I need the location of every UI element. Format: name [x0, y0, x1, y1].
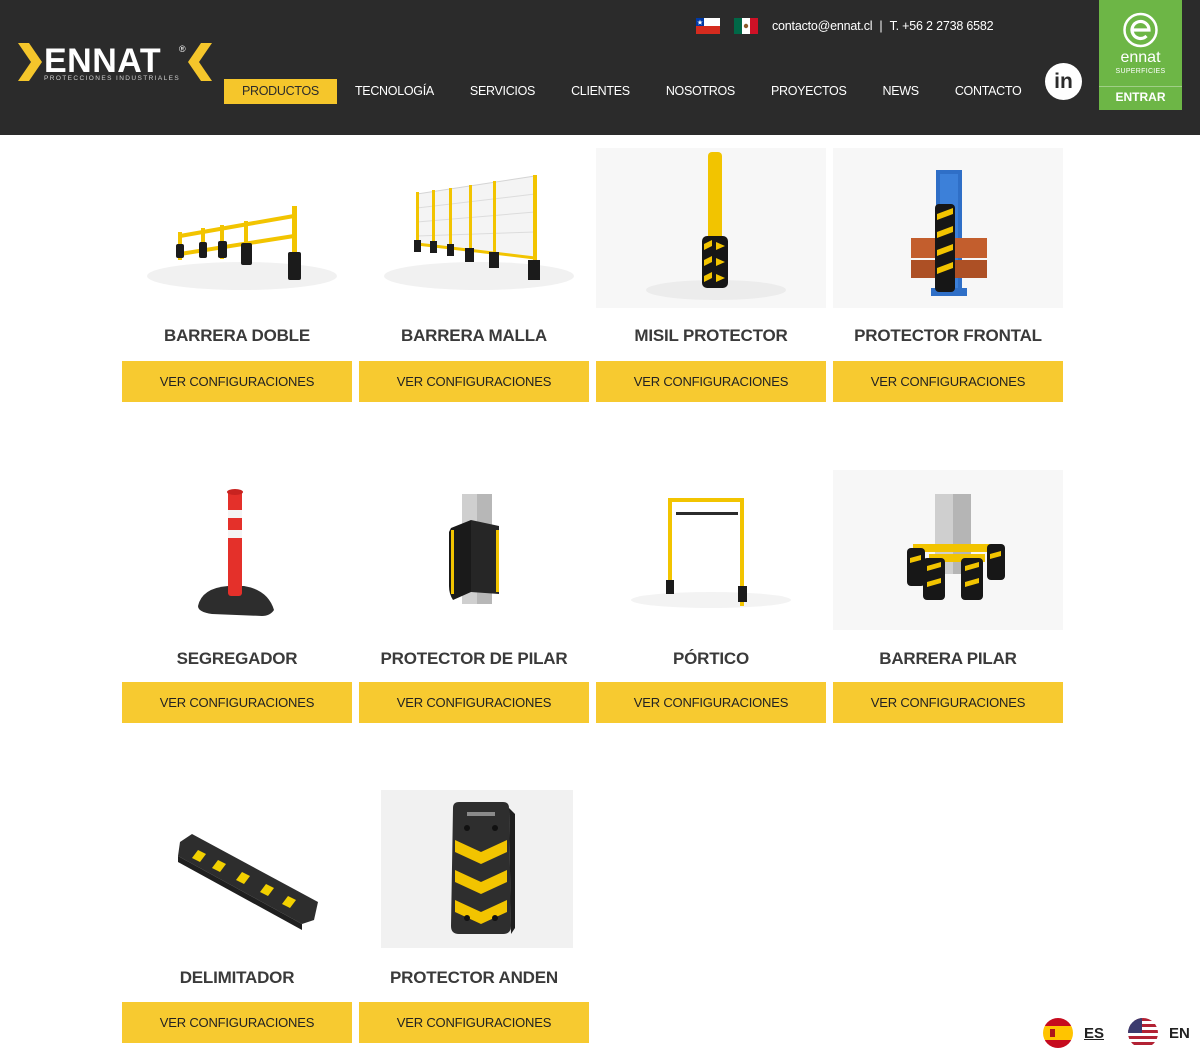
product-title: PROTECTOR FRONTAL [854, 326, 1042, 345]
ver-configuraciones-button[interactable]: VER CONFIGURACIONES [122, 682, 352, 723]
product-image-segregador[interactable] [122, 470, 352, 630]
main-nav: PRODUCTOS TECNOLOGÍA SERVICIOS CLIENTES … [224, 79, 1022, 104]
brand-logo[interactable]: ENNAT ® PROTECCIONES INDUSTRIALES [18, 40, 212, 90]
language-en[interactable]: EN [1128, 1017, 1190, 1049]
product-title: BARRERA PILAR [879, 649, 1017, 668]
ver-configuraciones-button[interactable]: VER CONFIGURACIONES [122, 1002, 352, 1043]
product-title: PROTECTOR DE PILAR [380, 649, 568, 668]
contact-bar: contacto@ennat.cl | T. +56 2 2738 6582 [696, 16, 994, 36]
ver-configuraciones-button[interactable]: VER CONFIGURACIONES [359, 361, 589, 402]
product-image-portico[interactable] [596, 470, 826, 630]
product-image-protector-frontal[interactable] [833, 148, 1063, 308]
brand-tagline: PROTECCIONES INDUSTRIALES [44, 75, 181, 82]
registered-mark: ® [179, 44, 186, 54]
partner-subtitle: SUPERFICIES [1115, 68, 1166, 75]
product-image-protector-de-pilar[interactable] [359, 470, 589, 630]
mexico-flag-icon[interactable] [734, 18, 758, 34]
product-title: MISIL PROTECTOR [634, 326, 788, 345]
spain-flag-icon [1043, 1018, 1073, 1048]
product-image-barrera-doble[interactable] [122, 148, 352, 308]
partner-enter-button[interactable]: ENTRAR [1099, 86, 1182, 110]
product-title: BARRERA MALLA [401, 326, 547, 345]
product-title: PÓRTICO [672, 649, 750, 668]
language-es[interactable]: ES [1043, 1017, 1104, 1049]
logo-chevron-left-icon [18, 43, 42, 81]
contact-phone[interactable]: T. +56 2 2738 6582 [890, 19, 994, 33]
language-code: EN [1169, 1024, 1190, 1042]
nav-tecnologia[interactable]: TECNOLOGÍA [355, 79, 434, 104]
nav-proyectos[interactable]: PROYECTOS [771, 79, 847, 104]
contact-separator: | [879, 19, 883, 33]
ver-configuraciones-button[interactable]: VER CONFIGURACIONES [359, 1002, 589, 1043]
product-image-barrera-malla[interactable] [359, 148, 589, 308]
ver-configuraciones-button[interactable]: VER CONFIGURACIONES [596, 682, 826, 723]
logo-chevron-right-icon [188, 43, 212, 81]
linkedin-icon[interactable]: in [1045, 63, 1082, 100]
nav-nosotros[interactable]: NOSOTROS [666, 79, 735, 104]
ver-configuraciones-button[interactable]: VER CONFIGURACIONES [122, 361, 352, 402]
nav-servicios[interactable]: SERVICIOS [470, 79, 535, 104]
usa-flag-icon [1128, 1018, 1158, 1048]
ver-configuraciones-button[interactable]: VER CONFIGURACIONES [833, 682, 1063, 723]
product-image-delimitador[interactable] [122, 790, 352, 950]
ennat-e-logo-icon [1123, 12, 1158, 48]
nav-contacto[interactable]: CONTACTO [955, 79, 1022, 104]
ver-configuraciones-button[interactable]: VER CONFIGURACIONES [359, 682, 589, 723]
product-title: BARRERA DOBLE [164, 326, 310, 345]
product-image-misil-protector[interactable] [596, 148, 826, 308]
product-title: SEGREGADOR [176, 649, 298, 668]
nav-productos[interactable]: PRODUCTOS [224, 79, 337, 104]
partner-name: ennat [1120, 49, 1161, 66]
site-header: ENNAT ® PROTECCIONES INDUSTRIALES contac… [0, 0, 1200, 135]
nav-clientes[interactable]: CLIENTES [571, 79, 630, 104]
ver-configuraciones-button[interactable]: VER CONFIGURACIONES [596, 361, 826, 402]
ver-configuraciones-button[interactable]: VER CONFIGURACIONES [833, 361, 1063, 402]
chile-flag-icon[interactable] [696, 18, 720, 34]
language-code: ES [1084, 1024, 1105, 1042]
product-title: DELIMITADOR [179, 968, 295, 987]
product-title: PROTECTOR ANDEN [390, 968, 558, 987]
nav-news[interactable]: NEWS [883, 79, 920, 104]
product-image-barrera-pilar[interactable] [833, 470, 1063, 630]
product-image-protector-anden[interactable] [359, 790, 589, 950]
contact-email-link[interactable]: contacto@ennat.cl [772, 19, 873, 33]
ennat-superficies-link[interactable]: ennat SUPERFICIES ENTRAR [1099, 0, 1182, 110]
